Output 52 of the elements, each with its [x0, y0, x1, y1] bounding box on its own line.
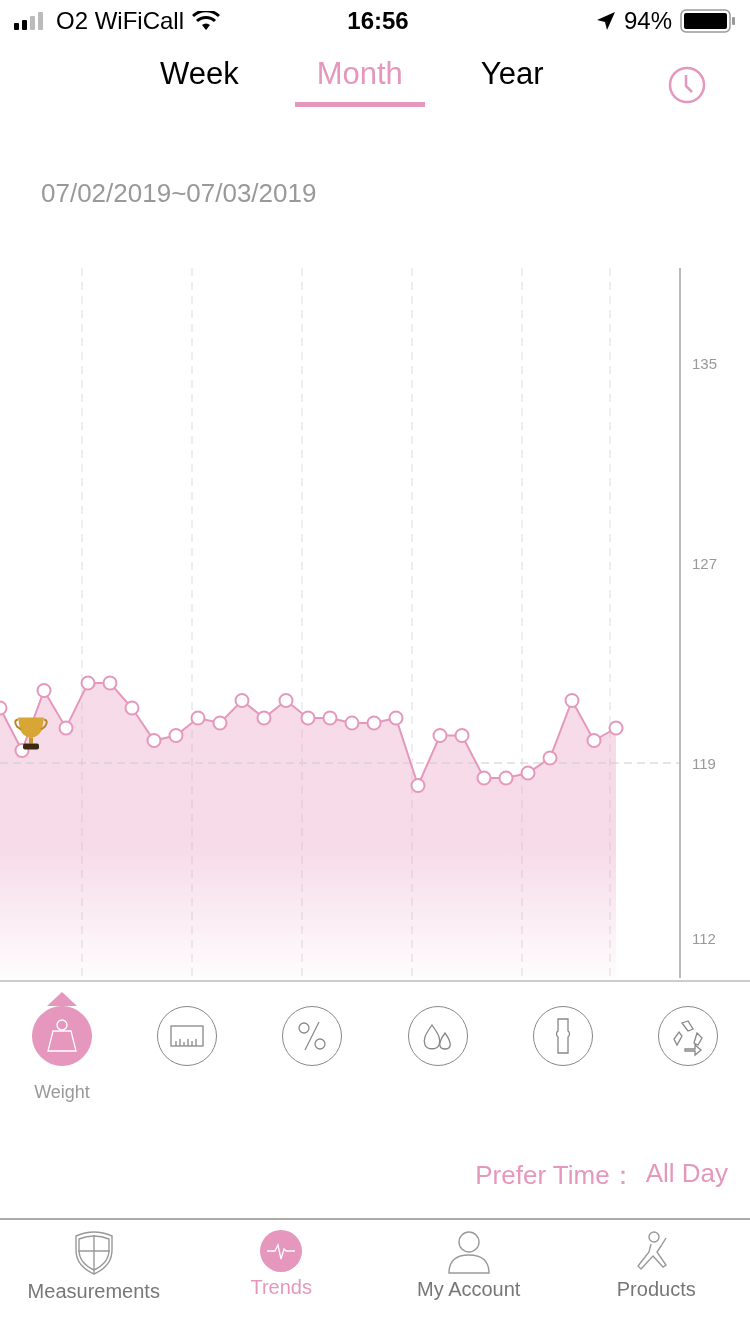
data-point [278, 693, 294, 708]
data-point [256, 710, 272, 726]
data-point [564, 693, 580, 708]
data-point [454, 728, 470, 743]
wifi-icon [192, 11, 220, 31]
data-point [410, 778, 426, 793]
data-point [0, 700, 8, 716]
date-range: 07/02/2019~07/03/2019 [40, 177, 318, 204]
data-point [58, 720, 74, 736]
prefer-time-label: Prefer Time： [475, 1159, 636, 1192]
data-point [212, 715, 228, 731]
data-point [542, 750, 558, 766]
data-point [322, 710, 338, 726]
nav-tab[interactable]: Measurements [0, 1220, 188, 1334]
carrier-name: O2 WiFiCall [56, 7, 184, 35]
data-point [168, 728, 184, 743]
clock-time: 16:56 [347, 7, 409, 35]
data-point [300, 710, 316, 726]
data-point [520, 765, 536, 781]
axis-tick-label: 112 [692, 930, 716, 947]
nav-tab[interactable]: Products [562, 1220, 750, 1334]
axis-tick-label: 127 [692, 555, 718, 572]
data-point [146, 733, 162, 748]
metric-label: Weight [34, 1082, 90, 1103]
data-point [608, 720, 624, 736]
data-point [476, 770, 492, 786]
data-point [344, 715, 360, 731]
axis-tick-label: 135 [692, 355, 718, 372]
period-tab[interactable]: Week [138, 42, 261, 107]
period-tab[interactable]: Year [458, 42, 566, 107]
pulse-icon [260, 1230, 303, 1272]
data-point [36, 683, 52, 698]
data-point [124, 700, 140, 716]
battery-percent: 94% [623, 7, 672, 35]
nav-tab[interactable]: My Account [375, 1220, 563, 1334]
data-point [80, 675, 96, 691]
metric-button[interactable] [32, 1006, 92, 1066]
data-point [586, 733, 602, 748]
person-icon [446, 1230, 491, 1274]
trophy-icon [14, 717, 48, 750]
clock-icon[interactable] [668, 66, 706, 104]
data-point [388, 710, 404, 726]
data-point [366, 715, 382, 731]
data-point [432, 728, 448, 743]
location-arrow-icon [595, 11, 616, 31]
battery-icon [680, 9, 736, 33]
data-point [190, 710, 206, 726]
axis-tick-label: 119 [692, 755, 716, 772]
data-point [102, 675, 118, 691]
data-point [498, 770, 514, 786]
data-point [234, 693, 250, 708]
shield-icon [72, 1230, 115, 1276]
